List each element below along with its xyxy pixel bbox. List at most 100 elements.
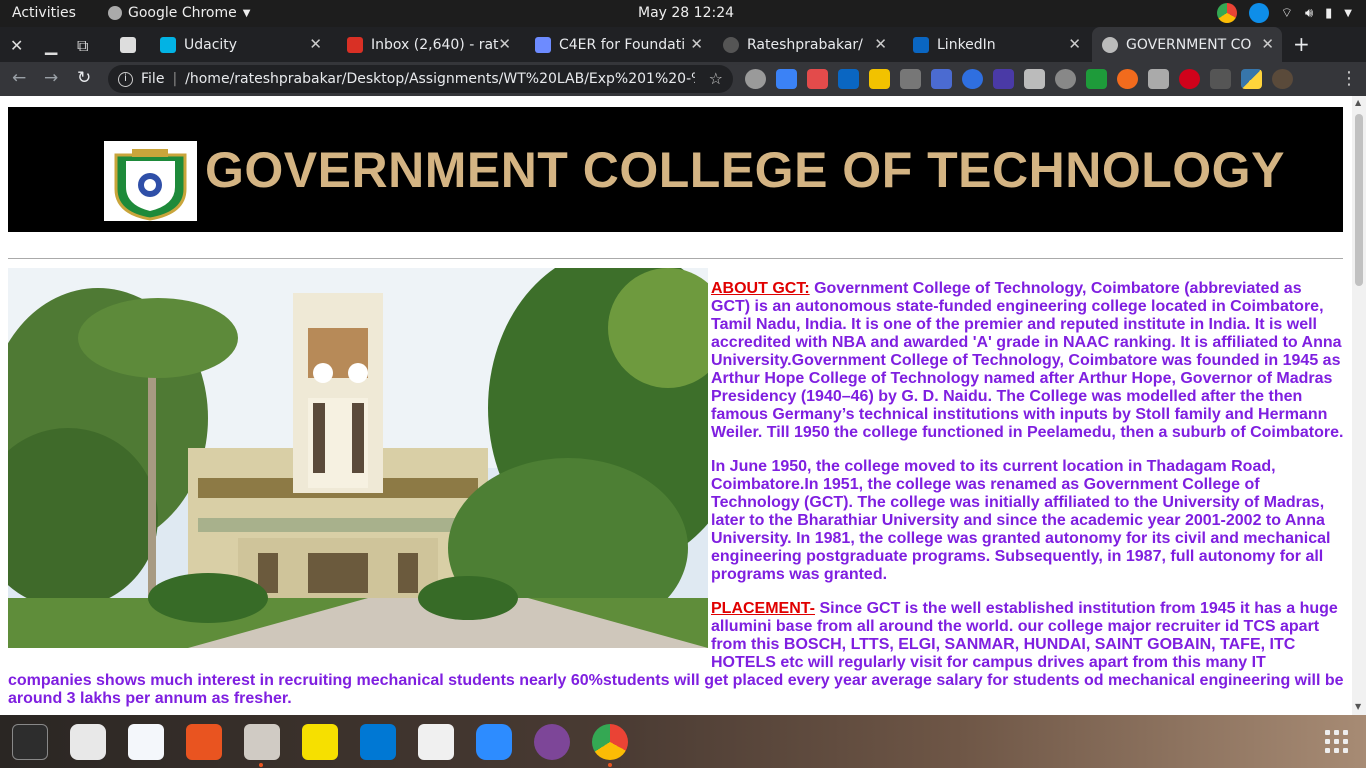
running-indicator: [259, 763, 263, 767]
github-icon: [723, 36, 739, 53]
reload-icon[interactable]: ↻: [77, 68, 91, 88]
software-center-icon[interactable]: [186, 724, 222, 760]
wifi-icon: ⌔: [1280, 6, 1293, 21]
clock[interactable]: May 28 12:24: [638, 5, 734, 21]
vertical-scrollbar[interactable]: ▲ ▼: [1352, 96, 1366, 715]
vscode-icon[interactable]: [360, 724, 396, 760]
recycle-ext-icon[interactable]: [1210, 69, 1231, 89]
battery-icon: ▮: [1325, 5, 1333, 21]
podcast-ext-icon[interactable]: [1055, 69, 1076, 89]
screen-ext-icon[interactable]: [900, 69, 921, 89]
gnome-top-bar: Activities Google Chrome ▼ May 28 12:24 …: [0, 0, 1366, 27]
college-banner: GOVERNMENT COLLEGE OF TECHNOLOGY: [8, 107, 1343, 232]
volume-icon: 🔊︎: [1304, 5, 1314, 21]
tab-title: LinkedIn: [937, 36, 996, 53]
tab-title: Udacity: [184, 36, 238, 53]
page-icon: [120, 36, 136, 53]
chrome-tray-icon[interactable]: [1216, 3, 1237, 23]
menu-kebab-icon[interactable]: ⋮: [1340, 68, 1358, 89]
tab-udacity[interactable]: Udacity ✕: [150, 27, 330, 62]
tab-linkedin[interactable]: LinkedIn ✕: [903, 27, 1089, 62]
bookmark-star-icon[interactable]: ☆: [709, 69, 723, 88]
close-tab-icon[interactable]: ✕: [1261, 35, 1274, 53]
close-tab-icon[interactable]: ✕: [309, 35, 322, 53]
close-tab-icon[interactable]: ✕: [498, 35, 511, 53]
link-icon: [535, 36, 551, 53]
tor-icon[interactable]: [534, 724, 570, 760]
college-logo: [104, 141, 197, 221]
show-applications-icon[interactable]: [1325, 730, 1348, 753]
cursor-ext-icon[interactable]: [993, 69, 1014, 89]
globe-icon: [1102, 36, 1118, 53]
image-float-spacer: [8, 280, 711, 660]
close-tab-icon[interactable]: ✕: [1068, 35, 1081, 53]
chevron-down-icon: ▼: [1344, 7, 1352, 19]
url-scheme: File: [141, 71, 165, 87]
chrome-small-icon: [108, 6, 122, 20]
chrome-icon[interactable]: [592, 724, 628, 760]
dark-ext-icon[interactable]: [1117, 69, 1138, 89]
chrome-tab-strip: ✕ ▁ ⧉ Udacity ✕ Inbox (2,640) - rath ✕ C…: [0, 27, 1366, 62]
tab-title: C4ER for Foundati: [559, 36, 686, 53]
forward-arrow-icon[interactable]: →: [44, 68, 58, 88]
info-icon[interactable]: i: [118, 71, 133, 87]
linkedin-icon: [913, 36, 929, 53]
minimize-window-icon[interactable]: ▁: [45, 36, 57, 55]
scroll-down-icon[interactable]: ▼: [1355, 702, 1361, 711]
ubuntu-dock: [0, 715, 1366, 768]
divider: |: [172, 71, 178, 87]
tab-government-college[interactable]: GOVERNMENT CO ✕: [1092, 27, 1282, 62]
close-tab-icon[interactable]: ✕: [690, 35, 703, 53]
crop-ext-icon[interactable]: [1086, 69, 1107, 89]
gmail-icon: [347, 36, 363, 53]
college-title: GOVERNMENT COLLEGE OF TECHNOLOGY: [205, 142, 1285, 198]
udacity-icon: [160, 36, 176, 53]
scroll-up-icon[interactable]: ▲: [1355, 98, 1361, 107]
reader-ext-icon[interactable]: [1024, 69, 1045, 89]
about-text: Government College of Technology, Coimba…: [711, 280, 1344, 441]
tab-pinned[interactable]: [110, 27, 146, 62]
new-tab-button[interactable]: +: [1293, 32, 1310, 56]
profile-avatar[interactable]: [1272, 69, 1293, 89]
rhythmbox-icon[interactable]: [70, 724, 106, 760]
terminal-icon[interactable]: [12, 724, 48, 760]
activities-button[interactable]: Activities: [12, 5, 76, 21]
moneybag-ext-icon[interactable]: [869, 69, 890, 89]
close-window-icon[interactable]: ✕: [10, 36, 23, 55]
restore-window-icon[interactable]: ⧉: [77, 36, 88, 56]
back-arrow-icon[interactable]: ←: [12, 68, 26, 88]
mail-ext-icon[interactable]: [776, 69, 797, 89]
notes-icon[interactable]: [302, 724, 338, 760]
article-body: ABOUT GCT: Government College of Technol…: [8, 280, 1344, 715]
teamviewer-icon[interactable]: [1248, 3, 1269, 23]
url-text[interactable]: /home/rateshprabakar/Desktop/Assignments…: [185, 71, 695, 87]
document-viewer-icon[interactable]: [418, 724, 454, 760]
python-ext-icon[interactable]: [1241, 69, 1262, 89]
waves-ext-icon[interactable]: [962, 69, 983, 89]
chevron-down-icon: ▼: [242, 7, 251, 19]
tab-github[interactable]: Rateshprabakar/ ✕: [713, 27, 895, 62]
tab-title: GOVERNMENT CO: [1126, 36, 1252, 53]
writer-icon[interactable]: [128, 724, 164, 760]
translate-ext-icon[interactable]: [931, 69, 952, 89]
chat-ext-icon[interactable]: [745, 69, 766, 89]
tab-inbox[interactable]: Inbox (2,640) - rath ✕: [337, 27, 519, 62]
close-tab-icon[interactable]: ✕: [874, 35, 887, 53]
files-icon[interactable]: [244, 724, 280, 760]
zoom-icon[interactable]: [476, 724, 512, 760]
tab-title: Inbox (2,640) - rath: [371, 36, 499, 53]
notify-ext-icon[interactable]: [807, 69, 828, 89]
scrollbar-thumb[interactable]: [1355, 114, 1363, 286]
placement-heading: PLACEMENT-: [711, 600, 815, 617]
system-tray[interactable]: ⌔ 🔊︎ ▮ ▼: [1216, 3, 1352, 23]
horizontal-rule: [8, 258, 1343, 259]
running-indicator: [608, 763, 612, 767]
linkedin-ext-icon[interactable]: [838, 69, 859, 89]
tab-c4er[interactable]: C4ER for Foundati ✕: [525, 27, 711, 62]
pin-ext-icon[interactable]: [1148, 69, 1169, 89]
extensions-bar: [745, 69, 1293, 89]
page-viewport: GOVERNMENT COLLEGE OF TECHNOLOGY ABOUT G…: [0, 96, 1352, 715]
abp-ext-icon[interactable]: [1179, 69, 1200, 89]
app-menu[interactable]: Google Chrome ▼: [108, 5, 250, 21]
address-bar[interactable]: i File | /home/rateshprabakar/Desktop/As…: [108, 65, 733, 93]
